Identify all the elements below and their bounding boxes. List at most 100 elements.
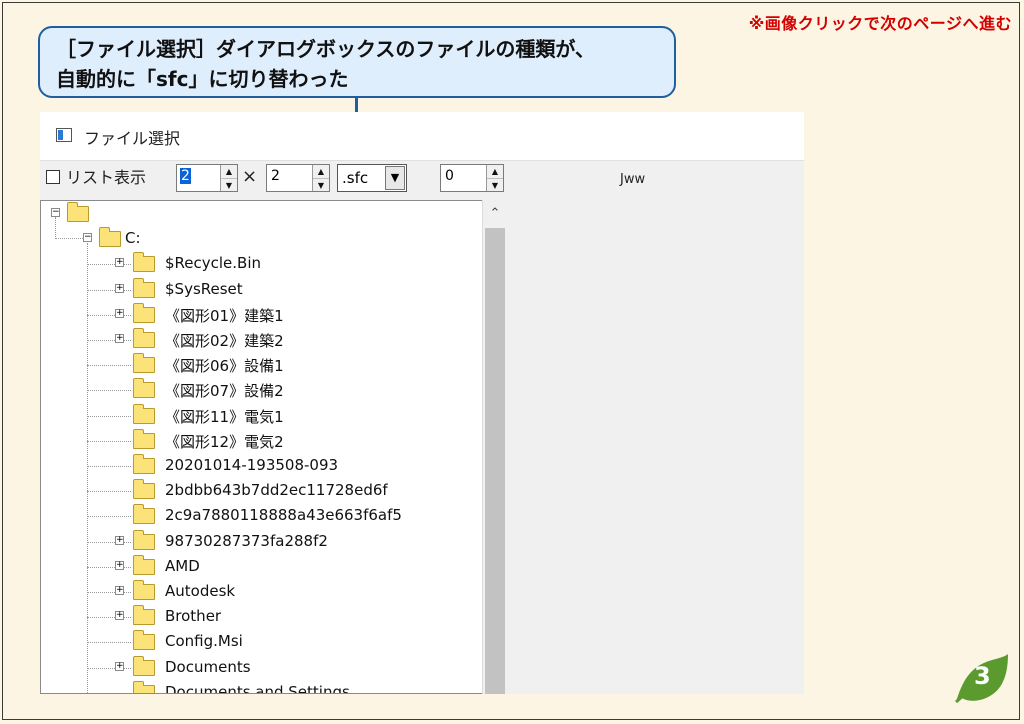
tree-folder-label: 《図形06》設備1 — [165, 357, 284, 376]
callout-box: ［ファイル選択］ダイアログボックスのファイルの種類が、 自動的に「sfc」に切り… — [38, 26, 676, 98]
expand-icon[interactable]: + — [115, 661, 124, 671]
folder-icon — [133, 252, 155, 273]
tree-folder-row[interactable]: 2bdbb643b7dd2ec11728ed6f — [41, 479, 481, 502]
cols-value: 2 — [271, 168, 280, 184]
file-type-select[interactable]: .sfc ▼ — [337, 164, 407, 192]
window-app-icon — [56, 128, 72, 142]
tree-folder-row[interactable]: + 《図形02》建築2 — [41, 328, 481, 351]
callout-line-1: ［ファイル選択］ダイアログボックスのファイルの種類が、 — [56, 37, 595, 61]
tree-root-row[interactable]: − — [41, 202, 481, 225]
collapse-icon[interactable]: − — [51, 208, 60, 217]
tree-folder-label: $Recycle.Bin — [165, 254, 262, 273]
folder-icon — [133, 353, 155, 374]
folder-tree[interactable]: − − C: + $Recycle.Bin + $SysReset + 《図形01》建築1 + 《図… — [40, 200, 508, 694]
tree-folder-label: Autodesk — [165, 582, 236, 600]
tree-folder-row[interactable]: + Autodesk — [41, 580, 481, 603]
scroll-up-icon[interactable]: ⌃ — [483, 206, 507, 221]
tree-folder-label: 2c9a7880118888a43e663f6af5 — [165, 506, 402, 525]
collapse-icon[interactable]: − — [83, 233, 92, 243]
folder-icon — [133, 529, 155, 550]
rows-stepper-arrows[interactable]: ▲ ▼ — [220, 165, 237, 191]
tree-folder-row[interactable]: 《図形11》電気1 — [41, 403, 481, 427]
tree-folder-label: Documents — [165, 657, 251, 676]
tree-folder-row[interactable]: + Brother — [41, 605, 481, 628]
list-view-label: リスト表示 — [66, 168, 147, 187]
folder-icon — [133, 277, 155, 298]
dialog-titlebar: ファイル選択 — [40, 112, 804, 161]
tree-folder-label: 《図形02》建築2 — [165, 332, 284, 350]
folder-icon — [133, 655, 155, 676]
stepper-down-icon[interactable]: ▼ — [221, 179, 237, 192]
scroll-thumb[interactable] — [485, 228, 505, 694]
tree-scrollbar[interactable]: ⌃ — [482, 200, 508, 694]
chevron-down-icon[interactable]: ▼ — [385, 166, 405, 190]
cols-stepper[interactable]: 2 ▲ ▼ — [266, 164, 330, 192]
stepper-down-icon[interactable]: ▼ — [313, 179, 329, 192]
tree-drive-row[interactable]: − C: — [41, 227, 481, 250]
expand-icon[interactable]: + — [115, 586, 124, 595]
expand-icon[interactable]: + — [115, 560, 124, 570]
cols-stepper-arrows[interactable]: ▲ ▼ — [312, 165, 329, 191]
folder-icon — [133, 378, 155, 399]
tree-guide-line — [87, 642, 131, 644]
tree-guide-line — [87, 466, 131, 467]
folder-icon — [133, 554, 155, 575]
tree-guide-line — [87, 566, 131, 568]
list-view-checkbox[interactable] — [46, 170, 60, 184]
expand-icon[interactable]: + — [115, 283, 124, 293]
tree-guide-line — [87, 516, 131, 518]
stepper-up-icon[interactable]: ▲ — [313, 165, 329, 179]
tree-folder-label: 《図形01》建築1 — [165, 306, 284, 325]
expand-icon[interactable]: + — [115, 535, 124, 545]
tree-folder-row[interactable]: Config.Msi — [41, 630, 481, 653]
tree-guide-line — [55, 238, 83, 239]
tree-folder-row[interactable]: + 《図形01》建築1 — [41, 302, 481, 326]
tree-folder-label: 98730287373fa288f2 — [165, 531, 328, 550]
rows-stepper[interactable]: 2 ▲ ▼ — [176, 164, 238, 192]
tree-folder-row[interactable]: 《図形12》電気2 — [41, 428, 481, 452]
tree-guide-line — [55, 217, 56, 239]
tree-guide-line — [87, 390, 131, 392]
tree-folder-row[interactable]: 《図形06》設備1 — [41, 353, 481, 376]
tree-folder-label: 20201014-193508-093 — [165, 456, 339, 474]
tree-folder-row[interactable]: 2c9a7880118888a43e663f6af5 — [41, 504, 481, 527]
tree-folder-label: 《図形12》電気2 — [165, 432, 284, 451]
tree-folder-label: Documents and Settings — [165, 682, 350, 694]
tree-folder-row[interactable]: 《図形07》設備2 — [41, 378, 481, 401]
expand-icon[interactable]: + — [115, 611, 124, 621]
expand-icon[interactable]: + — [115, 258, 124, 268]
offset-stepper-arrows[interactable]: ▲ ▼ — [486, 165, 503, 191]
tree-folder-row[interactable]: +98730287373fa288f2 — [41, 529, 481, 553]
folder-icon — [133, 328, 155, 348]
tree-folder-row[interactable]: Documents and Settings — [41, 680, 481, 694]
folder-icon — [133, 605, 155, 626]
tree-guide-line — [87, 491, 131, 493]
folder-icon — [133, 479, 155, 500]
tree-folder-label: AMD — [165, 556, 200, 575]
stepper-up-icon[interactable]: ▲ — [221, 165, 237, 179]
tree-folder-row[interactable]: + Documents — [41, 655, 481, 679]
callout-line-2: 自動的に「sfc」に切り替わった — [56, 67, 349, 91]
preview-label: Jww — [620, 172, 646, 187]
tree-guide-line — [87, 440, 131, 442]
folder-icon — [133, 403, 155, 424]
expand-icon[interactable]: + — [115, 334, 124, 343]
tree-folder-row[interactable]: + AMD — [41, 554, 481, 578]
tree-guide-line — [87, 314, 131, 316]
tree-folder-row[interactable]: + $Recycle.Bin — [41, 252, 481, 275]
offset-stepper[interactable]: 0 ▲ ▼ — [440, 164, 504, 192]
stepper-down-icon[interactable]: ▼ — [487, 179, 503, 192]
rows-value: 2 — [180, 168, 191, 184]
tree-folder-row[interactable]: 20201014-193508-093 — [41, 454, 481, 477]
folder-icon — [133, 580, 155, 600]
stepper-up-icon[interactable]: ▲ — [487, 165, 503, 179]
dialog-title: ファイル選択 — [84, 129, 181, 148]
expand-icon[interactable]: + — [115, 308, 124, 318]
tree-guide-line — [87, 617, 131, 619]
next-page-note[interactable]: ※画像クリックで次のページへ進む — [749, 10, 1012, 34]
page-number: 3 — [974, 662, 991, 690]
folder-icon — [133, 630, 155, 651]
folder-icon — [67, 202, 89, 222]
tree-folder-row[interactable]: + $SysReset — [41, 277, 481, 301]
folder-icon — [133, 302, 155, 323]
